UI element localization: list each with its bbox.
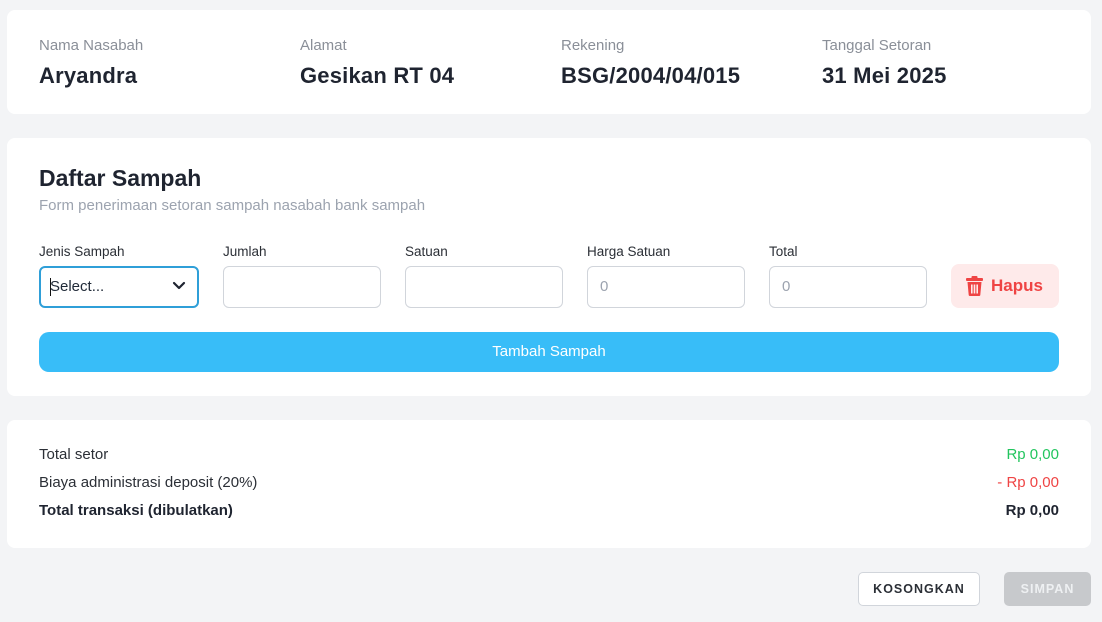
alamat-value: Gesikan RT 04: [300, 63, 455, 88]
harga-satuan-field: 0: [587, 266, 745, 308]
nama-label: Nama Nasabah: [39, 37, 144, 54]
satuan-input[interactable]: [405, 266, 563, 308]
biaya-admin-label: Biaya administrasi deposit (20%): [39, 474, 258, 491]
rekening-value: BSG/2004/04/015: [561, 63, 741, 88]
tanggal-block: Tanggal Setoran 31 Mei 2025: [822, 37, 947, 89]
rekening-label: Rekening: [561, 37, 625, 54]
total-transaksi-label: Total transaksi (dibulatkan): [39, 502, 233, 519]
jenis-sampah-label: Jenis Sampah: [39, 244, 125, 259]
jenis-sampah-value: Select...: [50, 278, 105, 295]
biaya-admin-value: - Rp 0,00: [997, 474, 1059, 491]
section-subtitle: Form penerimaan setoran sampah nasabah b…: [39, 197, 426, 214]
tanggal-value: 31 Mei 2025: [822, 63, 947, 88]
tambah-sampah-button[interactable]: Tambah Sampah: [39, 332, 1059, 372]
nasabah-name-block: Nama Nasabah Aryandra: [39, 37, 143, 89]
total-field: 0: [769, 266, 927, 308]
jumlah-label: Jumlah: [223, 244, 267, 259]
harga-satuan-label: Harga Satuan: [587, 244, 671, 259]
jenis-sampah-select[interactable]: Select...: [39, 266, 199, 308]
rekening-block: Rekening BSG/2004/04/015: [561, 37, 740, 89]
hapus-label: Hapus: [991, 276, 1043, 295]
total-transaksi-row: Total transaksi (dibulatkan) Rp 0,00: [39, 502, 1059, 522]
nama-value: Aryandra: [39, 63, 138, 88]
total-setor-row: Total setor Rp 0,00: [39, 446, 1059, 466]
total-setor-label: Total setor: [39, 446, 109, 463]
satuan-label: Satuan: [405, 244, 448, 259]
section-title: Daftar Sampah: [39, 165, 202, 191]
total-label: Total: [769, 244, 798, 259]
tanggal-label: Tanggal Setoran: [822, 37, 932, 54]
chevron-down-icon: [172, 281, 186, 290]
biaya-admin-row: Biaya administrasi deposit (20%) - Rp 0,…: [39, 474, 1059, 494]
jumlah-input[interactable]: [223, 266, 381, 308]
kosongkan-button[interactable]: KOSONGKAN: [858, 572, 980, 606]
hapus-button[interactable]: Hapus: [951, 264, 1059, 308]
daftar-sampah-card: Daftar Sampah Form penerimaan setoran sa…: [7, 138, 1091, 396]
nasabah-info-card: Nama Nasabah Aryandra Alamat Gesikan RT …: [7, 10, 1091, 114]
trash-icon: [966, 276, 983, 296]
total-transaksi-value: Rp 0,00: [1005, 502, 1059, 519]
alamat-label: Alamat: [300, 37, 347, 54]
simpan-button[interactable]: SIMPAN: [1004, 572, 1091, 606]
alamat-block: Alamat Gesikan RT 04: [300, 37, 454, 89]
ringkasan-card: Total setor Rp 0,00 Biaya administrasi d…: [7, 420, 1091, 548]
total-setor-value: Rp 0,00: [1006, 446, 1059, 463]
